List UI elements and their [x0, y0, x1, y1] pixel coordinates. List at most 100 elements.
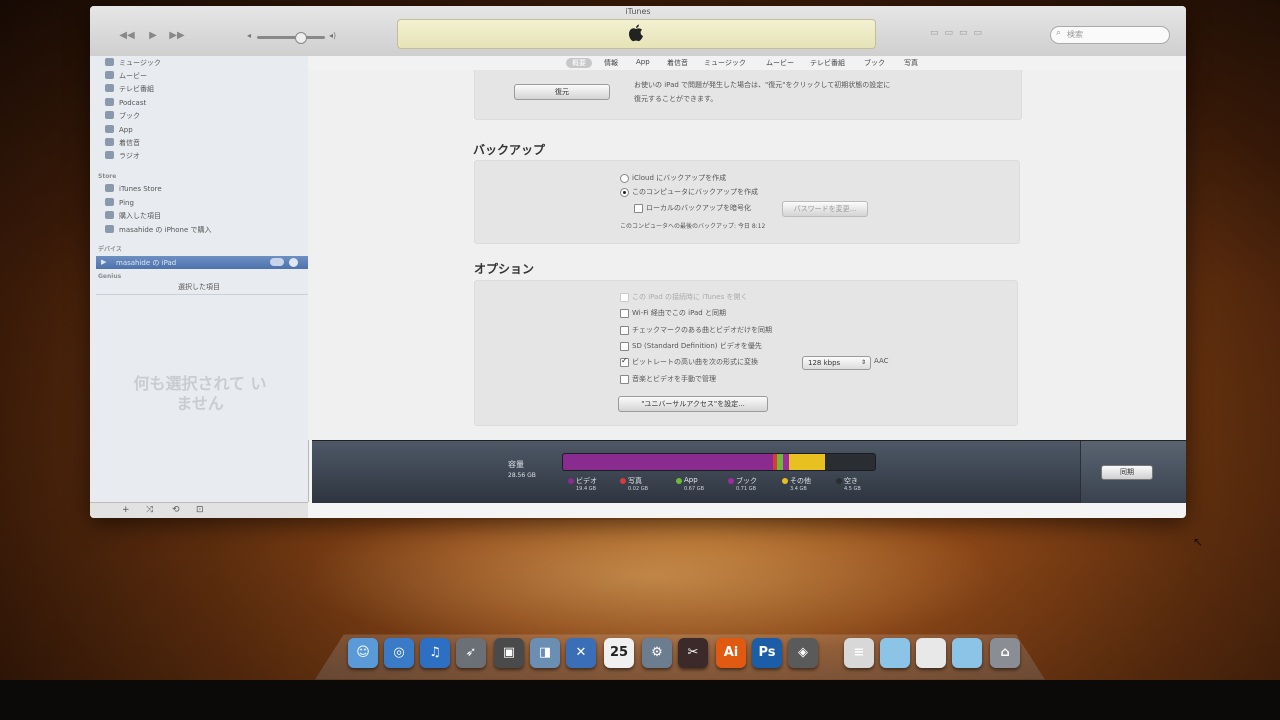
photo-booth-icon[interactable]: ▣ [494, 638, 524, 668]
sidebar-item-podcast[interactable]: Podcast [105, 98, 146, 110]
finder-icon[interactable]: ☺ [348, 638, 378, 668]
photoshop-icon[interactable]: Ps [752, 638, 782, 668]
legend-item-book: ブック 0.71 GB [728, 476, 788, 496]
sidebar-item-purchased-iphone[interactable]: masahide の iPhone で購入 [105, 225, 211, 237]
tab-movies[interactable]: ムービー [766, 58, 794, 68]
bell-icon [105, 138, 114, 146]
bitrate-select[interactable]: 128 kbps ⇕ [802, 356, 871, 370]
manual-manage-checkbox[interactable] [620, 375, 629, 384]
main-content: 復元 お使いの iPad で問題が発生した場合は、"復元"をクリックして初期状態… [308, 70, 1186, 440]
sidebar-item-radio[interactable]: ラジオ [105, 151, 140, 163]
file-icon[interactable] [916, 638, 946, 668]
capacity-segment-free [825, 454, 875, 470]
shuffle-button[interactable]: ⤨ [146, 505, 153, 515]
utility-icon[interactable]: ◈ [788, 638, 818, 668]
sidebar-item-books[interactable]: ブック [105, 111, 140, 123]
tab-books[interactable]: ブック [864, 58, 885, 68]
sidebar-item-tv[interactable]: テレビ番組 [105, 84, 154, 96]
restore-button[interactable]: 復元 [514, 84, 610, 100]
add-playlist-button[interactable]: + [122, 505, 130, 515]
change-password-button[interactable]: パスワードを変更... [782, 201, 868, 217]
documents-icon[interactable]: ≡ [844, 638, 874, 668]
capacity-bar: 容量 28.56 GB ビデオ 19.4 GB 写真 0.02 GB App 0.67 G… [312, 440, 1186, 503]
preview-icon[interactable]: ◨ [530, 638, 560, 668]
tab-summary[interactable]: 概要 [566, 58, 592, 68]
legend-size: 3.4 GB [790, 486, 807, 492]
sidebar-item-purchased[interactable]: 購入した項目 [105, 211, 161, 223]
tab-music[interactable]: ミュージック [704, 58, 746, 68]
capacity-segment-other [789, 454, 825, 470]
search-icon: ⌕ [1056, 28, 1062, 38]
tab-apps[interactable]: App [636, 58, 650, 66]
lcd-display [397, 19, 876, 49]
next-track-button[interactable]: ▶▶ [168, 30, 186, 44]
legend-size: 19.4 GB [576, 486, 597, 492]
movie-icon [105, 71, 114, 79]
volume-knob[interactable] [295, 32, 307, 44]
select-arrows-icon: ⇕ [860, 359, 866, 366]
sidebar-item-ipad[interactable]: ▶ masahide の iPad [96, 256, 308, 269]
trash-icon[interactable]: ⌂ [990, 638, 1020, 668]
legend-item-other: その他 3.4 GB [782, 476, 842, 496]
open-itunes-checkbox[interactable] [620, 293, 629, 302]
sidebar-item-itunes-store[interactable]: iTunes Store [105, 184, 162, 196]
disclosure-triangle-icon[interactable]: ▶ [101, 258, 106, 266]
tv-icon [105, 84, 114, 92]
title-bar: iTunes ◀◀ ▶ ▶▶ ◂ ◂) ▭▭▭▭ ⌕ 検索 [90, 6, 1186, 57]
volume-high-icon: ◂) [329, 31, 337, 40]
itunes-icon[interactable]: ♫ [420, 638, 450, 668]
tab-ringtones[interactable]: 着信音 [667, 58, 688, 68]
checked-only-checkbox[interactable] [620, 326, 629, 335]
prefer-sd-checkbox[interactable] [620, 342, 629, 351]
last-backup-text: このコンピュータへの最後のバックアップ: 今日 8:12 [620, 223, 766, 230]
icloud-backup-radio[interactable] [620, 174, 629, 183]
xcode-icon[interactable]: ✕ [566, 638, 596, 668]
restore-description-1: お使いの iPad で問題が発生した場合は、"復元"をクリックして初期状態の設定… [634, 81, 891, 89]
artwork-button[interactable]: ⊡ [196, 505, 204, 515]
tab-tv[interactable]: テレビ番組 [810, 58, 845, 68]
calendar-icon[interactable]: 25 [604, 638, 634, 668]
launchpad-icon[interactable]: ➶ [456, 638, 486, 668]
computer-backup-label: このコンピュータにバックアップを作成 [632, 188, 758, 196]
tab-info[interactable]: 情報 [604, 58, 618, 68]
downloads-folder-icon[interactable] [952, 638, 982, 668]
previous-track-button[interactable]: ◀◀ [118, 30, 136, 44]
window-title: iTunes [625, 7, 651, 16]
folder-icon[interactable] [880, 638, 910, 668]
convert-bitrate-checkbox[interactable] [620, 356, 629, 367]
view-buttons[interactable]: ▭▭▭▭ [930, 28, 1040, 42]
radio-icon [105, 151, 114, 159]
sidebar-bottom-toolbar: + ⤨ ⟲ ⊡ [90, 502, 308, 518]
sidebar-item-ringtones[interactable]: 着信音 [105, 138, 140, 150]
ping-icon [105, 198, 114, 206]
encrypt-backup-checkbox[interactable] [634, 204, 643, 213]
system-prefs-icon[interactable]: ⚙ [642, 638, 672, 668]
app-icon [105, 125, 114, 133]
tab-photos[interactable]: 写真 [904, 58, 918, 68]
eject-icon[interactable] [289, 258, 298, 267]
sidebar-item-ping[interactable]: Ping [105, 198, 134, 210]
search-field[interactable]: ⌕ 検索 [1050, 26, 1170, 44]
convert-bitrate-label: ビットレートの高い曲を次の形式に変換 [632, 358, 758, 366]
sidebar-item-apps[interactable]: App [105, 125, 133, 137]
photoshop-tools-icon[interactable]: ✂ [678, 638, 708, 668]
legend-swatch [728, 478, 734, 484]
legend-name: 写真 [628, 477, 642, 485]
legend-size: 4.5 GB [844, 486, 861, 492]
sidebar-item-movies[interactable]: ムービー [105, 71, 147, 83]
sidebar-item-music[interactable]: ミュージック [105, 58, 161, 70]
podcast-icon [105, 98, 114, 106]
screen-bezel [0, 680, 1280, 720]
repeat-button[interactable]: ⟲ [172, 505, 180, 515]
capacity-label: 容量 [508, 460, 524, 469]
legend-item-app: App 0.67 GB [676, 476, 736, 496]
safari-icon[interactable]: ◎ [384, 638, 414, 668]
illustrator-icon[interactable]: Ai [716, 638, 746, 668]
sync-button[interactable]: 同期 [1101, 465, 1153, 480]
wifi-sync-checkbox[interactable] [620, 309, 629, 318]
play-button[interactable]: ▶ [144, 30, 162, 44]
accessibility-button[interactable]: "ユニバーサルアクセス"を設定... [618, 396, 768, 412]
music-icon [105, 58, 114, 66]
volume-slider[interactable]: ◂ ◂) [247, 30, 337, 44]
computer-backup-radio[interactable] [620, 188, 629, 197]
